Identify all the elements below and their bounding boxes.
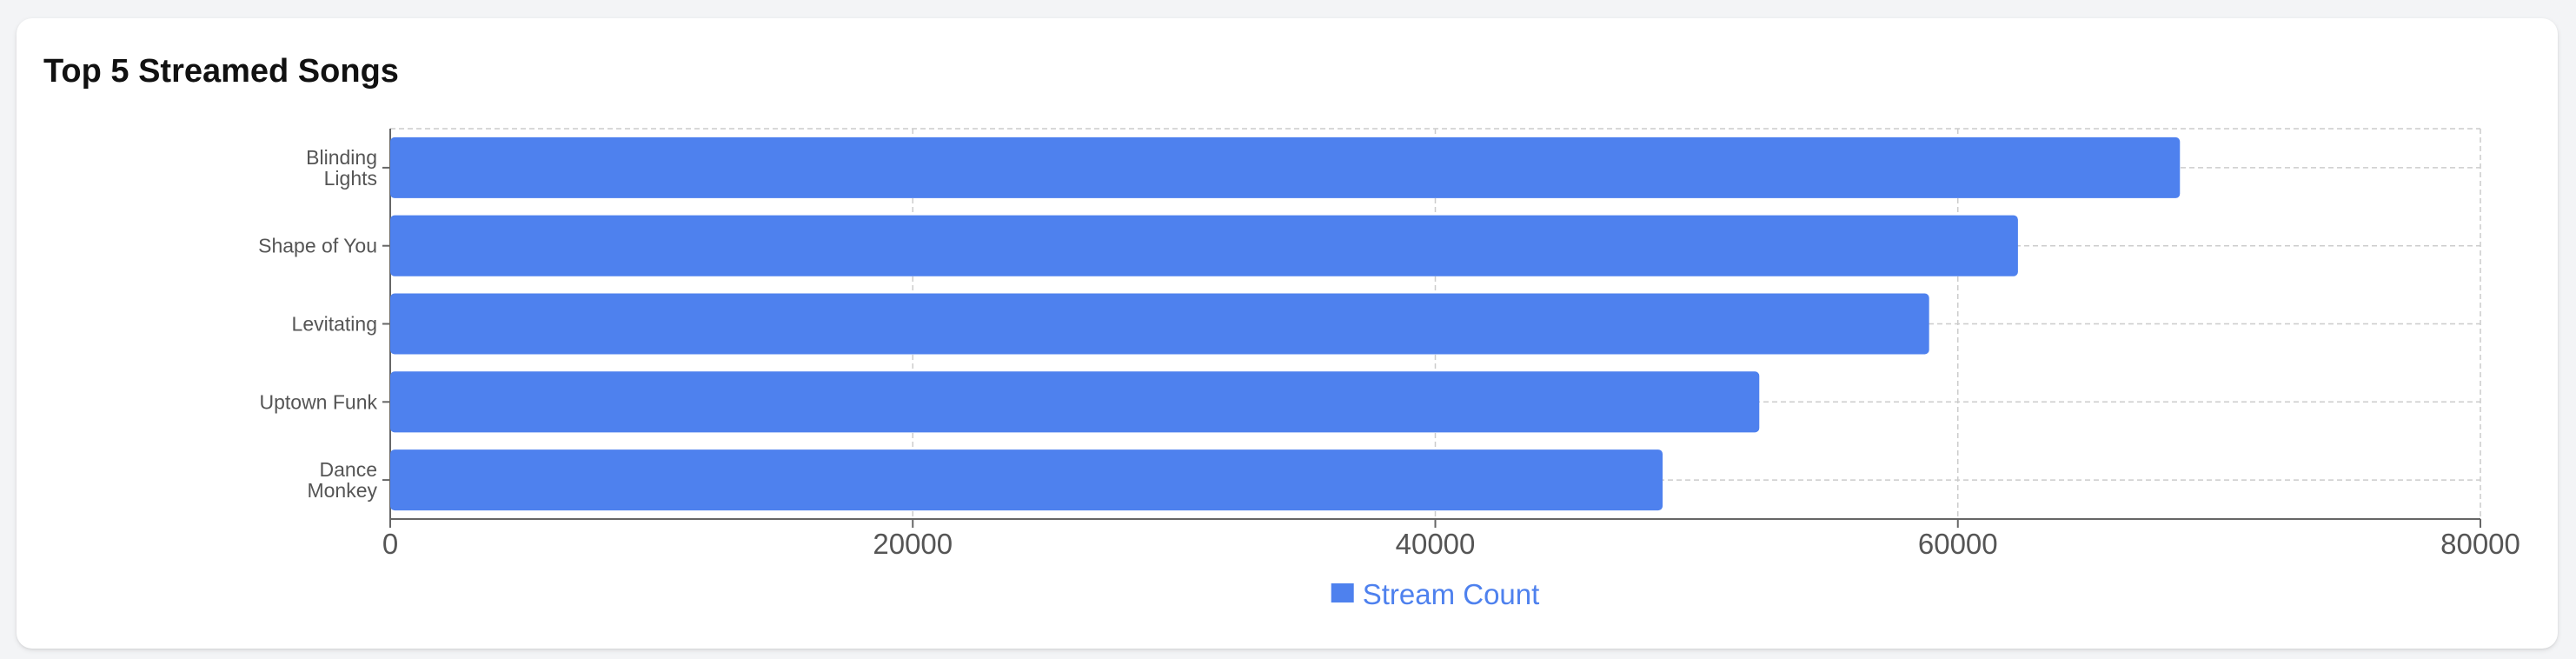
y-tick-label: Monkey — [307, 479, 377, 502]
bar[interactable] — [390, 215, 2018, 276]
y-tick-label: Lights — [324, 167, 377, 190]
y-tick-label: Blinding — [306, 146, 377, 169]
y-tick-label: Shape of You — [258, 235, 377, 257]
bar[interactable] — [390, 449, 1663, 511]
x-tick-label: 40000 — [1396, 528, 1476, 560]
y-tick-label: Dance — [320, 458, 377, 481]
x-tick-label: 60000 — [1918, 528, 1998, 560]
x-tick-label: 80000 — [2440, 528, 2520, 560]
x-tick-label: 0 — [382, 528, 398, 560]
legend-swatch — [1331, 583, 1354, 602]
legend-label: Stream Count — [1363, 578, 1540, 610]
bar[interactable] — [390, 371, 1760, 433]
y-tick-label: Uptown Funk — [259, 390, 377, 413]
bar-chart: BlindingLights Shape of You Levitating Upto… — [258, 128, 2520, 610]
y-tick-label: Levitating — [292, 313, 377, 336]
bar[interactable] — [390, 136, 2181, 198]
x-tick-label: 20000 — [873, 528, 953, 560]
bar[interactable] — [390, 293, 1929, 355]
